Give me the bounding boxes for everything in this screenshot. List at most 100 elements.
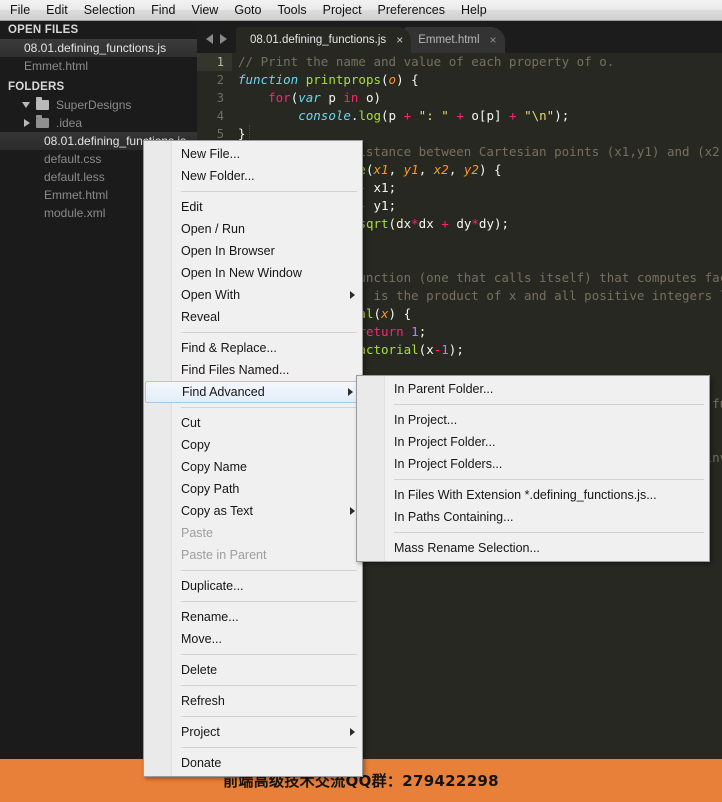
menu-separator bbox=[181, 332, 357, 333]
chevron-right-icon[interactable] bbox=[24, 119, 30, 127]
menubar-item-tools[interactable]: Tools bbox=[269, 1, 314, 19]
menu-item-copy[interactable]: Copy bbox=[144, 434, 362, 456]
menu-item-label: In Parent Folder... bbox=[394, 382, 494, 396]
menu-item-new-folder[interactable]: New Folder... bbox=[144, 165, 362, 187]
submenu-item-mass-rename-selection[interactable]: Mass Rename Selection... bbox=[357, 537, 709, 559]
menu-item-label: Paste in Parent bbox=[181, 548, 267, 562]
sidebar-context-menu[interactable]: New File... New Folder... Edit Open / Run Op… bbox=[143, 140, 363, 777]
line-number: 1 bbox=[197, 53, 232, 71]
menu-separator bbox=[394, 532, 704, 533]
menu-item-label: Copy Path bbox=[181, 482, 240, 496]
tabs-container: 08.01.defining_functions.js × Emmet.html × bbox=[236, 27, 505, 53]
menu-item-open-run[interactable]: Open / Run bbox=[144, 218, 362, 240]
submenu-item-in-project[interactable]: In Project... bbox=[357, 409, 709, 431]
menu-item-label: Open In New Window bbox=[181, 266, 302, 280]
menu-item-label: In Project... bbox=[394, 413, 458, 427]
tab-bar: 08.01.defining_functions.js × Emmet.html × bbox=[197, 21, 722, 53]
menubar-item-view[interactable]: View bbox=[183, 1, 226, 19]
menubar-item-find[interactable]: Find bbox=[143, 1, 183, 19]
open-file-item[interactable]: 08.01.defining_functions.js bbox=[0, 39, 197, 57]
folder-open-icon bbox=[36, 97, 49, 110]
menu-item-find-advanced[interactable]: Find Advanced bbox=[145, 381, 361, 403]
menu-separator bbox=[181, 654, 357, 655]
submenu-item-in-files-with-extension-defining-functions-js[interactable]: In Files With Extension *.defining_funct… bbox=[357, 484, 709, 506]
open-file-item[interactable]: Emmet.html bbox=[0, 57, 197, 75]
menu-item-cut[interactable]: Cut bbox=[144, 412, 362, 434]
code-line: console.log(p + ": " + o[p] + "\n"); bbox=[298, 108, 570, 123]
menubar-item-file[interactable]: File bbox=[2, 1, 38, 19]
menu-item-copy-path[interactable]: Copy Path bbox=[144, 478, 362, 500]
menu-separator bbox=[181, 747, 357, 748]
menu-item-label: Open / Run bbox=[181, 222, 245, 236]
tree-item-label: .idea bbox=[56, 116, 83, 130]
menubar-item-goto[interactable]: Goto bbox=[226, 1, 269, 19]
menu-item-move[interactable]: Move... bbox=[144, 628, 362, 650]
menubar-item-preferences[interactable]: Preferences bbox=[370, 1, 453, 19]
menu-item-delete[interactable]: Delete bbox=[144, 659, 362, 681]
submenu-item-in-paths-containing[interactable]: In Paths Containing... bbox=[357, 506, 709, 528]
menu-item-edit[interactable]: Edit bbox=[144, 196, 362, 218]
editor-tab[interactable]: Emmet.html × bbox=[404, 27, 505, 53]
menu-item-label: In Files With Extension *.defining_funct… bbox=[394, 488, 657, 502]
menu-item-duplicate[interactable]: Duplicate... bbox=[144, 575, 362, 597]
menu-item-rename[interactable]: Rename... bbox=[144, 606, 362, 628]
menubar-item-selection[interactable]: Selection bbox=[76, 1, 143, 19]
submenu-arrow-icon bbox=[350, 507, 355, 515]
menu-item-label: Paste bbox=[181, 526, 213, 540]
menu-item-label: New File... bbox=[181, 147, 241, 161]
menu-item-open-in-new-window[interactable]: Open In New Window bbox=[144, 262, 362, 284]
sublime-text-window: File Edit Selection Find View Goto Tools Projec… bbox=[0, 0, 722, 802]
menu-item-label: Donate bbox=[181, 756, 222, 770]
menu-item-label: Copy Name bbox=[181, 460, 247, 474]
menu-item-open-with[interactable]: Open With bbox=[144, 284, 362, 306]
close-icon[interactable]: × bbox=[396, 34, 403, 46]
menu-item-label: In Project Folder... bbox=[394, 435, 496, 449]
submenu-item-in-project-folder[interactable]: In Project Folder... bbox=[357, 431, 709, 453]
arrow-left-icon[interactable] bbox=[206, 34, 213, 44]
menubar-item-project[interactable]: Project bbox=[315, 1, 370, 19]
menu-item-new-file[interactable]: New File... bbox=[144, 143, 362, 165]
tree-item[interactable]: .idea bbox=[0, 114, 197, 132]
menu-item-label: Open With bbox=[181, 288, 241, 302]
menu-item-label: Find Files Named... bbox=[181, 363, 290, 377]
menu-item-label: Duplicate... bbox=[181, 579, 244, 593]
menubar-item-help[interactable]: Help bbox=[453, 1, 495, 19]
menu-item-label: Find Advanced bbox=[182, 385, 265, 399]
menu-item-find-replace[interactable]: Find & Replace... bbox=[144, 337, 362, 359]
menu-item-paste-in-parent: Paste in Parent bbox=[144, 544, 362, 566]
menu-item-reveal[interactable]: Reveal bbox=[144, 306, 362, 328]
menu-item-refresh[interactable]: Refresh bbox=[144, 690, 362, 712]
menu-item-label: Delete bbox=[181, 663, 218, 677]
menu-item-label: Cut bbox=[181, 416, 201, 430]
menu-separator bbox=[181, 601, 357, 602]
menu-item-label: Open In Browser bbox=[181, 244, 275, 258]
tree-item-label: module.xml bbox=[44, 206, 106, 220]
menu-item-label: Project bbox=[181, 725, 220, 739]
arrow-right-icon[interactable] bbox=[220, 34, 227, 44]
open-files-header: OPEN FILES bbox=[0, 21, 197, 39]
menu-separator bbox=[394, 479, 704, 480]
menu-item-copy-as-text[interactable]: Copy as Text bbox=[144, 500, 362, 522]
menu-item-open-in-browser[interactable]: Open In Browser bbox=[144, 240, 362, 262]
menu-separator bbox=[394, 404, 704, 405]
find-advanced-submenu[interactable]: In Parent Folder... In Project... In Proje… bbox=[356, 375, 710, 562]
menu-item-label: New Folder... bbox=[181, 169, 255, 183]
close-icon[interactable]: × bbox=[490, 34, 497, 46]
line-number: 2 bbox=[216, 73, 224, 87]
chevron-down-icon[interactable] bbox=[22, 102, 30, 108]
menu-item-donate[interactable]: Donate bbox=[144, 752, 362, 774]
menu-item-find-files-named[interactable]: Find Files Named... bbox=[144, 359, 362, 381]
menu-item-label: Refresh bbox=[181, 694, 225, 708]
tab-nav-arrows[interactable] bbox=[197, 34, 236, 53]
tree-item[interactable]: SuperDesigns bbox=[0, 96, 197, 114]
submenu-item-in-project-folders[interactable]: In Project Folders... bbox=[357, 453, 709, 475]
editor-tab-label: Emmet.html bbox=[418, 34, 480, 46]
menu-item-copy-name[interactable]: Copy Name bbox=[144, 456, 362, 478]
submenu-item-in-parent-folder[interactable]: In Parent Folder... bbox=[357, 378, 709, 400]
menu-separator bbox=[181, 191, 357, 192]
menubar-item-edit[interactable]: Edit bbox=[38, 1, 76, 19]
editor-tab[interactable]: 08.01.defining_functions.js × bbox=[236, 27, 412, 53]
menu-separator bbox=[181, 716, 357, 717]
menu-item-project[interactable]: Project bbox=[144, 721, 362, 743]
submenu-arrow-icon bbox=[350, 291, 355, 299]
